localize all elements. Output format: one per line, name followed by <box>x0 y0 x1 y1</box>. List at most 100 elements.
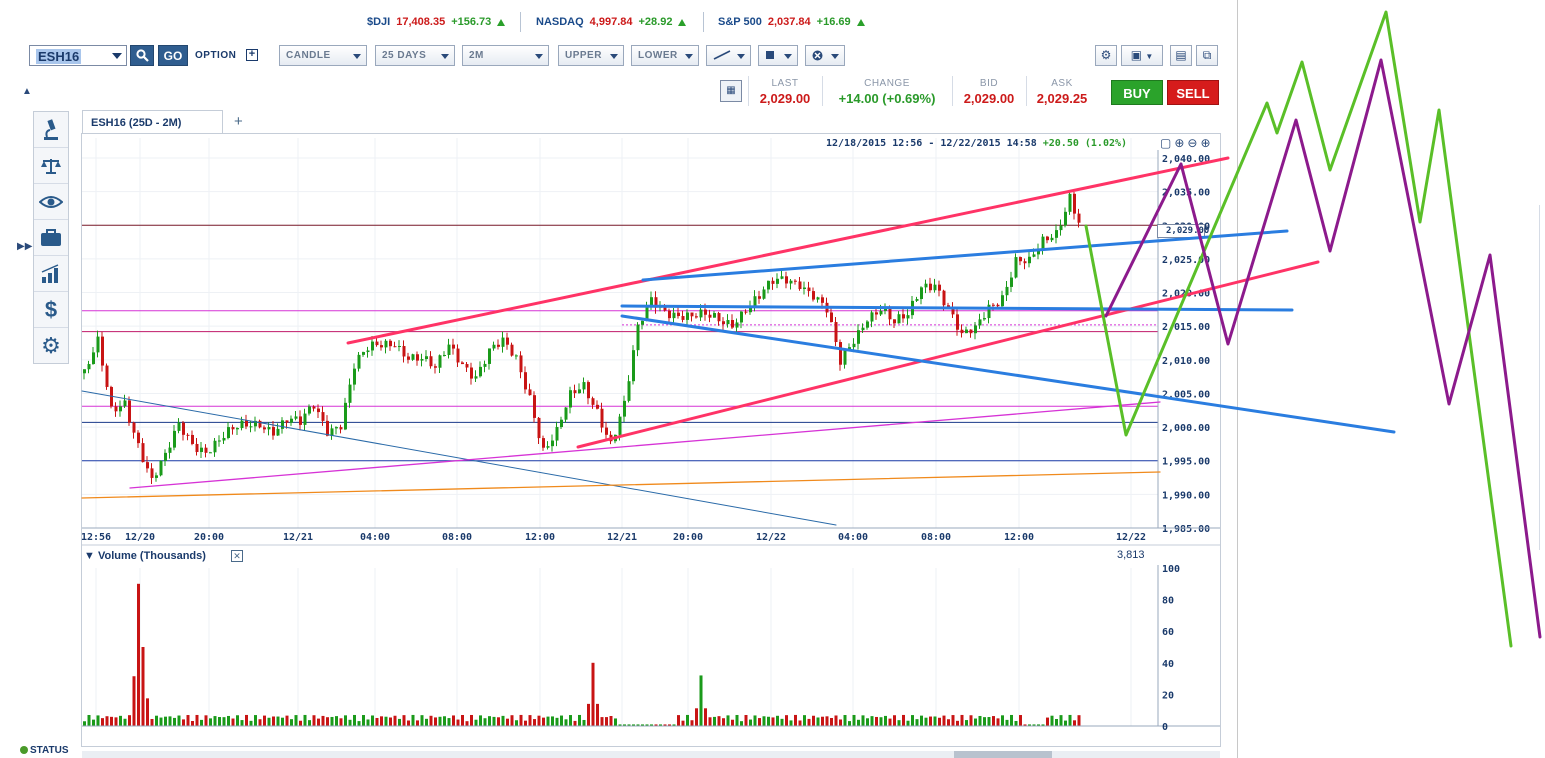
zoom-controls[interactable]: ▢⊕⊖⊕ <box>1160 136 1214 150</box>
volume-bar <box>564 719 568 726</box>
candle-body <box>708 314 712 318</box>
volume-bar <box>978 715 982 726</box>
candle-body <box>456 348 460 363</box>
volume-bar <box>218 717 221 726</box>
volume-bar <box>263 715 266 726</box>
volume-bar <box>398 718 401 726</box>
candle-body <box>191 434 194 444</box>
candle-body <box>825 302 829 313</box>
volume-bar <box>195 714 199 726</box>
volume-bar <box>465 721 469 726</box>
volume-bar <box>362 715 365 726</box>
price-tick-label: 2,015.00 <box>1162 322 1210 333</box>
volume-bar <box>483 718 487 726</box>
volume-bar <box>272 716 275 726</box>
candle-body <box>488 348 491 364</box>
volume-bar <box>578 714 581 726</box>
candle-body <box>236 428 239 430</box>
volume-bar <box>492 716 496 726</box>
volume-bar <box>447 718 451 726</box>
candle-body <box>1073 193 1076 214</box>
candle-body <box>857 330 860 344</box>
volume-bar <box>528 715 532 726</box>
candle-body <box>416 354 419 361</box>
candle-body <box>794 280 797 282</box>
volume-bar <box>479 715 482 726</box>
volume-bar <box>146 698 149 726</box>
fit-icon[interactable]: ▢ <box>1160 136 1174 150</box>
volume-bar <box>470 714 473 726</box>
volume-bar <box>186 715 190 726</box>
zoom-in-icon[interactable]: ⊕ <box>1174 136 1187 150</box>
candle-body <box>956 314 959 330</box>
volume-bar <box>789 720 793 726</box>
volume-bar <box>87 714 91 726</box>
time-tick-label: 20:00 <box>673 532 703 543</box>
scrollbar-thumb[interactable] <box>954 751 1052 758</box>
candle-body <box>762 289 766 299</box>
volume-bar <box>897 720 901 726</box>
price-tick-label: 1,995.00 <box>1162 457 1210 468</box>
status-bar[interactable]: STATUS <box>20 745 69 756</box>
volume-bar <box>906 720 910 726</box>
volume-bar <box>416 720 419 726</box>
volume-bar <box>1064 720 1067 726</box>
volume-bar <box>339 718 343 726</box>
candle-body <box>699 309 703 318</box>
candle-body <box>1059 225 1063 231</box>
price-chart[interactable]: 2,040.002,035.002,030.002,025.002,020.00… <box>0 0 1238 758</box>
volume-bar <box>1050 715 1054 726</box>
candle-body <box>1077 213 1081 223</box>
price-tick-label: 2,025.00 <box>1162 255 1210 266</box>
volume-bar <box>848 721 851 726</box>
candle-body <box>542 438 545 448</box>
candle-body <box>425 356 428 359</box>
volume-bar <box>839 719 842 726</box>
candle-body <box>672 312 676 319</box>
candle-body <box>839 342 842 365</box>
zoom-reset-icon[interactable]: ⊕ <box>1200 136 1213 150</box>
volume-bar <box>902 714 905 726</box>
candle-body <box>335 427 338 429</box>
candle-body <box>384 340 388 348</box>
candle-body <box>141 443 145 463</box>
volume-bar <box>164 716 167 726</box>
candle-body <box>704 309 707 315</box>
candle-body <box>245 420 248 427</box>
volume-bar <box>258 719 262 726</box>
horizontal-scrollbar[interactable] <box>82 751 1220 758</box>
candle-body <box>213 440 217 453</box>
candle-body <box>254 420 257 427</box>
current-price-flag: 2,029.00 <box>1157 224 1209 238</box>
volume-bar <box>380 716 383 726</box>
candle-body <box>276 428 280 436</box>
candle-body <box>240 420 244 429</box>
volume-tick-label: 0 <box>1162 722 1168 733</box>
zoom-out-icon[interactable]: ⊖ <box>1187 136 1200 150</box>
volume-bar <box>353 714 356 726</box>
candle-body <box>663 305 667 311</box>
volume-bar <box>861 715 865 726</box>
trading-app: $DJI 17,408.35 +156.73 NASDAQ 4,997.84 +… <box>0 0 1238 758</box>
vertical-scrollbar[interactable] <box>1539 205 1545 550</box>
candle-body <box>983 318 986 320</box>
close-icon[interactable]: ✕ <box>231 550 243 562</box>
candle-body <box>969 329 973 334</box>
volume-bar <box>254 715 257 726</box>
candle-body <box>1010 277 1013 287</box>
volume-bar <box>816 717 820 726</box>
candle-body <box>650 297 653 306</box>
volume-bar <box>933 716 937 726</box>
candle-body <box>186 434 190 436</box>
volume-bar <box>911 715 914 726</box>
volume-bar <box>983 717 986 726</box>
volume-bar <box>852 714 856 726</box>
chevron-down-icon[interactable]: ▼ <box>84 550 95 562</box>
volume-bar <box>866 718 869 726</box>
candle-body <box>330 428 334 436</box>
volume-bar <box>434 717 437 726</box>
volume-header[interactable]: ▼ Volume (Thousands) <box>84 550 206 562</box>
volume-bar <box>461 715 464 726</box>
volume-bar <box>987 717 991 726</box>
volume-bar <box>407 720 410 726</box>
